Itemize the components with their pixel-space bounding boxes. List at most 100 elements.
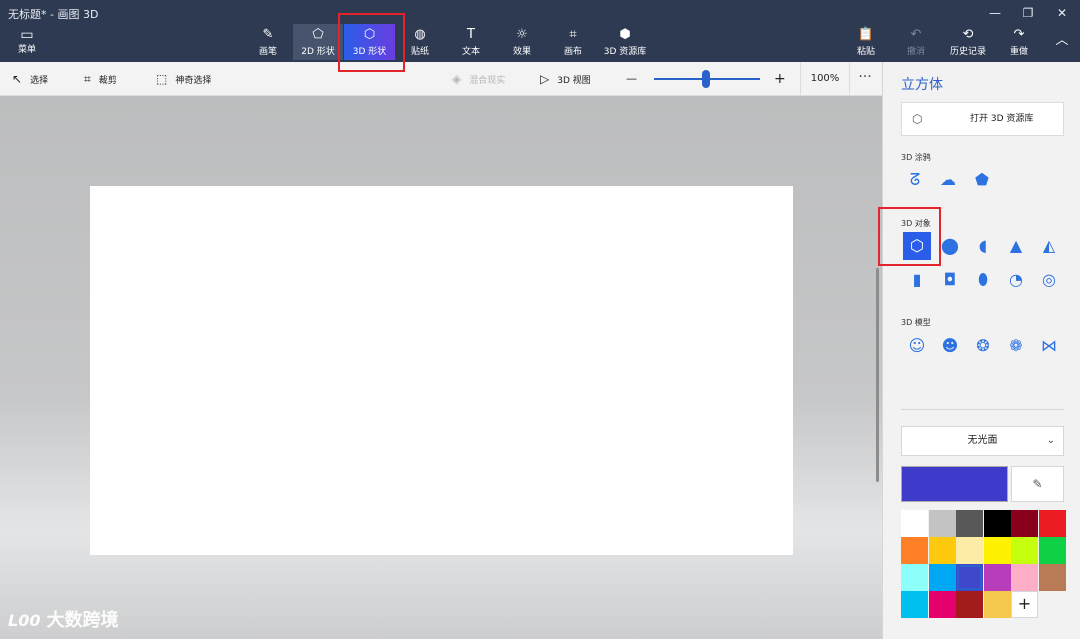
cylinder-icon[interactable]: ▮ [903, 266, 931, 294]
panel-title: 立方体 [901, 77, 943, 93]
tool-effects[interactable]: ☼ 效果 [504, 24, 540, 60]
color-swatch[interactable] [928, 591, 956, 618]
more-options-button[interactable]: ··· [852, 62, 878, 96]
color-swatch[interactable] [1011, 510, 1038, 537]
dog-model-icon[interactable]: ❂ [969, 332, 997, 360]
panel-divider [901, 409, 1064, 410]
donut-icon[interactable]: ◎ [1035, 266, 1063, 294]
color-swatch[interactable] [983, 510, 1011, 537]
minimize-button[interactable]: — [980, 4, 1010, 22]
color-swatch[interactable] [901, 537, 928, 564]
watermark: L00 大数跨境 [8, 606, 118, 632]
color-swatch[interactable] [956, 564, 983, 591]
color-swatch[interactable] [1011, 564, 1038, 591]
brush-icon: ✎ [262, 27, 274, 42]
color-swatch[interactable] [956, 510, 983, 537]
capsule-icon[interactable]: ⬮ [969, 266, 997, 294]
paste-icon: 📋 [857, 27, 875, 42]
current-color-swatch[interactable] [901, 466, 1008, 502]
finish-value: 无光面 [967, 435, 998, 446]
woman-model-icon[interactable]: ☻ [936, 332, 964, 360]
soft-doodle-icon[interactable]: ☁ [934, 166, 962, 194]
history-button[interactable]: ⟲ 历史记录 [945, 24, 991, 60]
3d-library-icon: ⬢ [619, 27, 631, 42]
color-swatch[interactable] [928, 564, 956, 591]
color-swatch[interactable] [1038, 564, 1066, 591]
magic-select-icon: ⬚ [156, 72, 168, 86]
tube-doodle-icon[interactable]: ⬟ [968, 166, 996, 194]
close-button[interactable]: ✕ [1047, 4, 1077, 22]
color-swatch[interactable] [956, 537, 983, 564]
sphere-icon[interactable]: ⬤ [936, 232, 964, 260]
cube-object-button[interactable]: ⬡ [903, 232, 931, 260]
color-swatch[interactable] [901, 564, 928, 591]
restore-button[interactable]: ❐ [1013, 4, 1043, 22]
3d-library-icon: ⬡ [912, 112, 923, 126]
tool-3d-shapes[interactable]: ⬡ 3D 形状 [344, 24, 395, 60]
color-swatch[interactable] [983, 591, 1011, 618]
canvas-icon: ⌗ [569, 27, 577, 42]
color-swatch[interactable] [1038, 537, 1066, 564]
vertical-scrollbar[interactable] [876, 268, 879, 482]
chevron-down-icon: ⌄ [1046, 435, 1055, 446]
watermark-logo: L00 [8, 611, 41, 630]
eyedropper-button[interactable]: ✎ [1011, 466, 1064, 502]
select-tool-button[interactable]: ↖ 选择 [12, 62, 48, 96]
redo-button[interactable]: ↷ 重做 [1003, 24, 1035, 60]
title-ribbon-bar: 无标题* - 画图 3D — ❐ ✕ ▭ 菜单 ✎ 画笔 ⬠ 2D 形状 ⬡ 3… [0, 0, 1080, 62]
open-3d-library-button[interactable]: ⬡ 打开 3D 资源库 [901, 102, 1064, 136]
objects-section-title: 3D 对象 [901, 219, 931, 228]
zoom-in-button[interactable]: + [774, 62, 786, 96]
redo-icon: ↷ [1013, 27, 1025, 42]
sun-icon: ☼ [516, 27, 528, 42]
tool-canvas[interactable]: ⌗ 画布 [555, 24, 591, 60]
cursor-icon: ↖ [12, 72, 23, 86]
color-swatch[interactable] [1011, 537, 1038, 564]
magic-select-button[interactable]: ⬚ 神奇选择 [156, 62, 211, 96]
finish-dropdown[interactable]: 无光面 ⌄ [901, 426, 1064, 456]
paste-button[interactable]: 📋 粘贴 [850, 24, 882, 60]
doodle-section-title: 3D 涂鸦 [901, 153, 931, 162]
color-swatch[interactable] [956, 591, 983, 618]
crop-tool-button[interactable]: ⌗ 裁剪 [84, 62, 117, 96]
tool-brushes[interactable]: ✎ 画笔 [250, 24, 286, 60]
folder-icon: ▭ [20, 27, 34, 43]
secondary-toolbar: ↖ 选择 ⌗ 裁剪 ⬚ 神奇选择 ◈ 混合现实 ▷ 3D 视图 — + [0, 62, 882, 96]
color-swatch[interactable] [928, 537, 956, 564]
fish-model-icon[interactable]: ⋈ [1035, 332, 1063, 360]
tool-3d-library[interactable]: ⬢ 3D 资源库 [600, 24, 650, 60]
bent-tube-icon[interactable]: ◔ [1002, 266, 1030, 294]
color-swatch[interactable] [983, 564, 1011, 591]
drawing-canvas[interactable] [90, 186, 793, 555]
text-icon: T [467, 27, 475, 42]
pyramid-icon[interactable]: ◭ [1035, 232, 1063, 260]
collapse-ribbon-button[interactable]: ︿ [1050, 24, 1074, 60]
cat-model-icon[interactable]: ❁ [1002, 332, 1030, 360]
man-model-icon[interactable]: ☺ [903, 332, 931, 360]
menu-button[interactable]: ▭ 菜单 [12, 28, 42, 55]
color-swatch[interactable] [928, 510, 956, 537]
3d-view-button[interactable]: ▷ 3D 视图 [540, 62, 591, 96]
sticker-icon: ◍ [414, 27, 426, 42]
2d-shapes-icon: ⬠ [312, 27, 324, 42]
chevron-up-icon: ︿ [1055, 33, 1069, 48]
tool-text[interactable]: T 文本 [453, 24, 489, 60]
mixed-reality-button[interactable]: ◈ 混合现实 [452, 62, 505, 96]
side-panel: 立方体 ⬡ 打开 3D 资源库 3D 涂鸦 ᘔ ☁ ⬟ 3D 对象 ⬡ ⬤ ◖ … [882, 62, 1080, 639]
color-swatch[interactable] [983, 537, 1011, 564]
color-swatch[interactable] [901, 591, 928, 618]
tool-2d-shapes[interactable]: ⬠ 2D 形状 [293, 24, 343, 60]
hemisphere-icon[interactable]: ◖ [969, 232, 997, 260]
zoom-out-button[interactable]: — [626, 62, 637, 96]
sharp-doodle-icon[interactable]: ᘔ [901, 166, 929, 194]
color-swatch[interactable] [901, 510, 928, 537]
tube-icon[interactable]: ◘ [936, 266, 964, 294]
color-swatch[interactable] [1038, 510, 1066, 537]
undo-button[interactable]: ↶ 撤消 [900, 24, 932, 60]
window-title: 无标题* - 画图 3D [8, 8, 99, 21]
add-color-button[interactable]: + [1011, 591, 1038, 618]
eyedropper-icon: ✎ [1032, 477, 1043, 491]
zoom-slider-thumb[interactable] [702, 70, 710, 88]
cone-icon[interactable]: ▲ [1002, 232, 1030, 260]
tool-stickers[interactable]: ◍ 贴纸 [402, 24, 438, 60]
